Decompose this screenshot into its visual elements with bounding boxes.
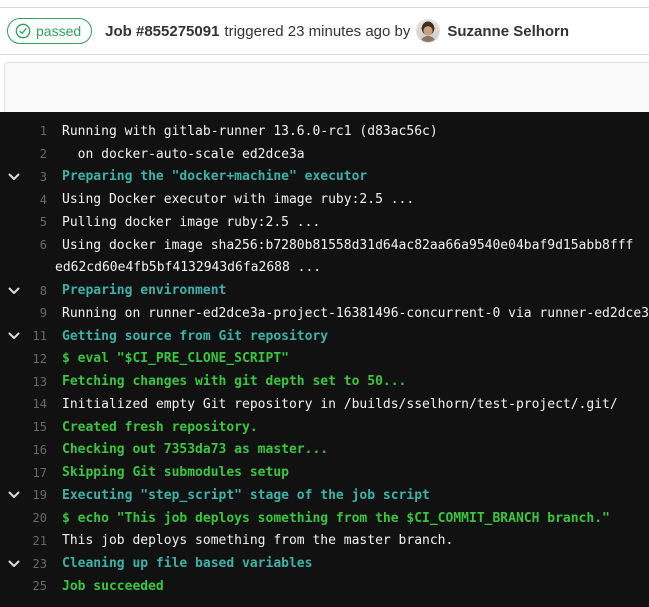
status-badge-label: passed	[36, 23, 81, 39]
log-line: 23 Cleaning up file based variables	[0, 552, 649, 575]
log-text: Job succeeded	[62, 579, 164, 594]
chevron-down-icon[interactable]	[0, 173, 28, 181]
log-line: 19 Executing "step_script" stage of the j…	[0, 484, 649, 507]
log-text: Using docker image sha256:b7280b81558d31…	[62, 238, 633, 253]
line-number[interactable]: 2	[28, 147, 47, 161]
log-text: $ eval "$CI_PRE_CLONE_SCRIPT"	[62, 351, 289, 366]
line-number[interactable]: 19	[28, 488, 47, 502]
log-line: 1 Running with gitlab-runner 13.6.0-rc1 (…	[0, 120, 649, 143]
log-line: 12 $ eval "$CI_PRE_CLONE_SCRIPT"	[0, 348, 649, 371]
log-line: 6 Using docker image sha256:b7280b81558d3…	[0, 234, 649, 257]
line-number[interactable]: 15	[28, 420, 47, 434]
line-number[interactable]: 13	[28, 375, 47, 389]
status-badge: passed	[7, 18, 92, 44]
log-line: 3 Preparing the "docker+machine" executor	[0, 166, 649, 189]
job-id: Job #855275091	[105, 23, 219, 40]
job-title: Job #855275091 triggered 23 minutes ago …	[105, 23, 410, 40]
log-text: Using Docker executor with image ruby:2.…	[62, 192, 414, 207]
chevron-down-icon[interactable]	[0, 491, 28, 499]
job-log-lines: 1 Running with gitlab-runner 13.6.0-rc1 (…	[0, 120, 649, 598]
line-number[interactable]: 23	[28, 557, 47, 571]
log-line: 15 Created fresh repository.	[0, 416, 649, 439]
log-text: This job deploys something from the mast…	[62, 533, 453, 548]
log-text: Initialized empty Git repository in /bui…	[62, 397, 618, 412]
log-line: 13 Fetching changes with git depth set to…	[0, 370, 649, 393]
log-line: 5 Pulling docker image ruby:2.5 ...	[0, 211, 649, 234]
log-text: Cleaning up file based variables	[62, 556, 312, 571]
chevron-down-icon[interactable]	[0, 287, 28, 295]
log-text: Getting source from Git repository	[62, 329, 328, 344]
user-name[interactable]: Suzanne Selhorn	[447, 23, 569, 40]
log-line: 9 Running on runner-ed2dce3a-project-1638…	[0, 302, 649, 325]
log-text: Executing "step_script" stage of the job…	[62, 488, 430, 503]
line-number[interactable]: 9	[28, 306, 47, 320]
job-header: passed Job #855275091 triggered 23 minut…	[0, 8, 649, 55]
chevron-down-icon[interactable]	[0, 332, 28, 340]
log-controls-band	[4, 62, 649, 113]
log-text: ed62cd60e4fb5bf4132943d6fa2688 ...	[55, 260, 321, 275]
triggered-text: triggered 23 minutes ago by	[224, 23, 410, 40]
log-line: 8 Preparing environment	[0, 279, 649, 302]
log-line: 4 Using Docker executor with image ruby:2…	[0, 188, 649, 211]
line-number[interactable]: 11	[28, 329, 47, 343]
line-number[interactable]: 5	[28, 215, 47, 229]
line-number[interactable]: 8	[28, 284, 47, 298]
log-line: 21 This job deploys something from the ma…	[0, 530, 649, 553]
line-number[interactable]: 21	[28, 534, 47, 548]
chevron-down-icon[interactable]	[0, 560, 28, 568]
line-number[interactable]: 17	[28, 466, 47, 480]
line-number[interactable]: 1	[28, 124, 47, 138]
line-number[interactable]: 6	[28, 238, 47, 252]
line-number[interactable]: 20	[28, 511, 47, 525]
log-line: ed62cd60e4fb5bf4132943d6fa2688 ...	[0, 257, 649, 280]
log-line: 16 Checking out 7353da73 as master...	[0, 439, 649, 462]
line-number[interactable]: 3	[28, 170, 47, 184]
log-line: 25 Job succeeded	[0, 575, 649, 598]
log-text: Checking out 7353da73 as master...	[62, 442, 328, 457]
log-text: Created fresh repository.	[62, 420, 258, 435]
log-line: 2 on docker-auto-scale ed2dce3a	[0, 143, 649, 166]
log-text: on docker-auto-scale ed2dce3a	[62, 147, 305, 162]
log-text: Fetching changes with git depth set to 5…	[62, 374, 406, 389]
log-text: Skipping Git submodules setup	[62, 465, 289, 480]
status-passed-icon	[15, 23, 31, 39]
log-text: Pulling docker image ruby:2.5 ...	[62, 215, 320, 230]
line-number[interactable]: 16	[28, 443, 47, 457]
log-line: 14 Initialized empty Git repository in /b…	[0, 393, 649, 416]
log-text: Running on runner-ed2dce3a-project-16381…	[62, 306, 649, 321]
line-number[interactable]: 4	[28, 193, 47, 207]
avatar[interactable]	[416, 19, 440, 43]
log-line: 11 Getting source from Git repository	[0, 325, 649, 348]
log-text: $ echo "This job deploys something from …	[62, 511, 610, 526]
log-text: Preparing environment	[62, 283, 226, 298]
line-number[interactable]: 12	[28, 352, 47, 366]
log-text: Running with gitlab-runner 13.6.0-rc1 (d…	[62, 124, 438, 139]
log-text: Preparing the "docker+machine" executor	[62, 169, 367, 184]
job-page: passed Job #855275091 triggered 23 minut…	[0, 0, 649, 607]
job-log[interactable]: 1 Running with gitlab-runner 13.6.0-rc1 (…	[0, 112, 649, 607]
log-line: 20 $ echo "This job deploys something fro…	[0, 507, 649, 530]
line-number[interactable]: 14	[28, 397, 47, 411]
log-line: 17 Skipping Git submodules setup	[0, 461, 649, 484]
line-number[interactable]: 25	[28, 579, 47, 593]
